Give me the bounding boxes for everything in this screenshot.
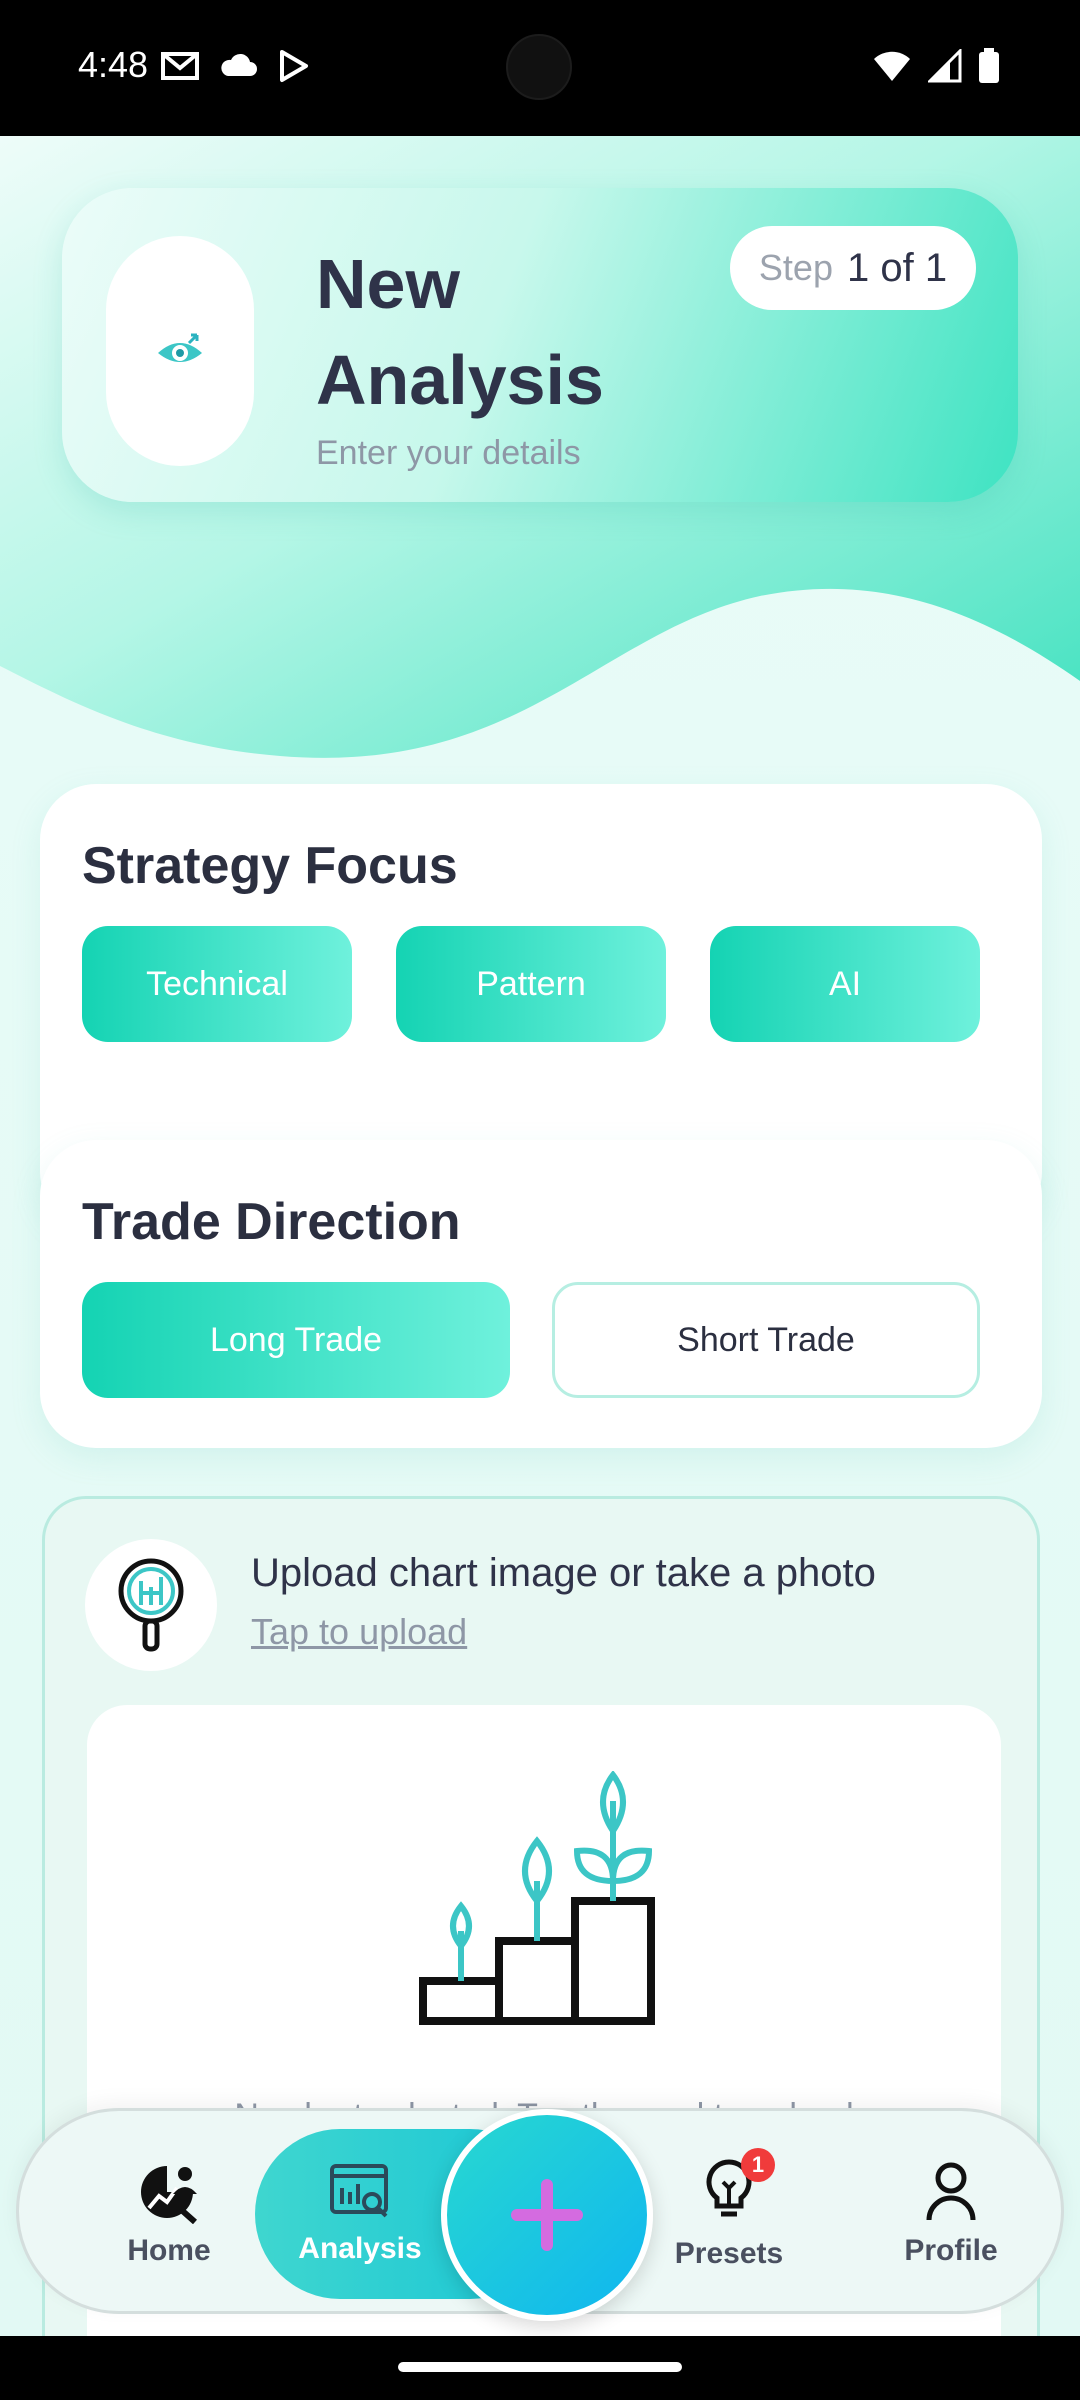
status-bar: 4:48 <box>0 0 1080 136</box>
growth-steps-icon <box>419 1771 655 2025</box>
home-analytics-icon <box>141 2166 197 2224</box>
play-store-icon <box>280 50 308 82</box>
presets-badge: 1 <box>741 2147 775 2182</box>
strategy-option-technical[interactable]: Technical <box>82 926 352 1042</box>
presets-icon-wrap: 1 <box>701 2147 775 2227</box>
nav-label-analysis: Analysis <box>298 2232 422 2265</box>
header-icon-container <box>106 236 254 466</box>
nav-label-profile: Profile <box>904 2234 998 2267</box>
trade-direction-title: Trade Direction <box>82 1193 461 1251</box>
analysis-icon <box>330 2164 388 2218</box>
header-card: New Analysis Enter your details Step 1 o… <box>62 188 1018 502</box>
home-gesture-handle[interactable] <box>398 2362 682 2372</box>
step-label: Step <box>758 247 833 288</box>
strategy-option-pattern[interactable]: Pattern <box>396 926 666 1042</box>
long-trade-button[interactable]: Long Trade <box>82 1282 510 1398</box>
page-title: New Analysis <box>316 245 604 419</box>
step-value: 1 of 1 <box>846 245 948 290</box>
nav-item-analysis-content: Analysis <box>255 2129 465 2299</box>
nav-item-home[interactable]: Home <box>79 2111 259 2317</box>
trade-direction-card: Trade Direction Long Trade Short Trade <box>40 1140 1042 1448</box>
signal-icon <box>928 49 962 83</box>
strategy-option-ai[interactable]: AI <box>710 926 980 1042</box>
eye-icon <box>158 333 202 362</box>
wifi-icon <box>874 51 910 81</box>
battery-icon <box>979 48 999 83</box>
nav-item-presets-tab[interactable]: 1 Presets <box>639 2111 819 2317</box>
nav-label-home: Home <box>127 2234 211 2267</box>
magnifier-chart-icon <box>118 1558 184 1652</box>
status-system-icons <box>872 48 1000 84</box>
status-time: 4:48 <box>78 44 149 85</box>
bottom-navigation: Home Analysis 1 Presets Profile <box>16 2108 1064 2321</box>
add-analysis-button[interactable] <box>441 2109 653 2321</box>
short-trade-button[interactable]: Short Trade <box>552 1282 980 1398</box>
step-indicator: Step 1 of 1 <box>730 226 976 310</box>
plus-icon <box>511 2179 583 2251</box>
gmail-icon <box>161 52 199 80</box>
upload-icon-container <box>85 1539 217 1671</box>
gesture-bar <box>0 2336 1080 2400</box>
camera-cutout <box>506 34 572 100</box>
cloud-icon <box>221 53 257 76</box>
upload-title: Upload chart image or take a photo <box>251 1551 876 1595</box>
nav-item-profile[interactable]: Profile <box>861 2111 1041 2317</box>
strategy-focus-title: Strategy Focus <box>82 837 458 895</box>
tap-to-upload-link[interactable]: Tap to upload <box>251 1611 467 1653</box>
page-subtitle: Enter your details <box>316 434 581 472</box>
person-icon <box>926 2162 976 2221</box>
app-screen: New Analysis Enter your details Step 1 o… <box>0 136 1080 2336</box>
status-notification-icons <box>160 48 312 84</box>
nav-label-presets: Presets <box>674 2236 784 2270</box>
